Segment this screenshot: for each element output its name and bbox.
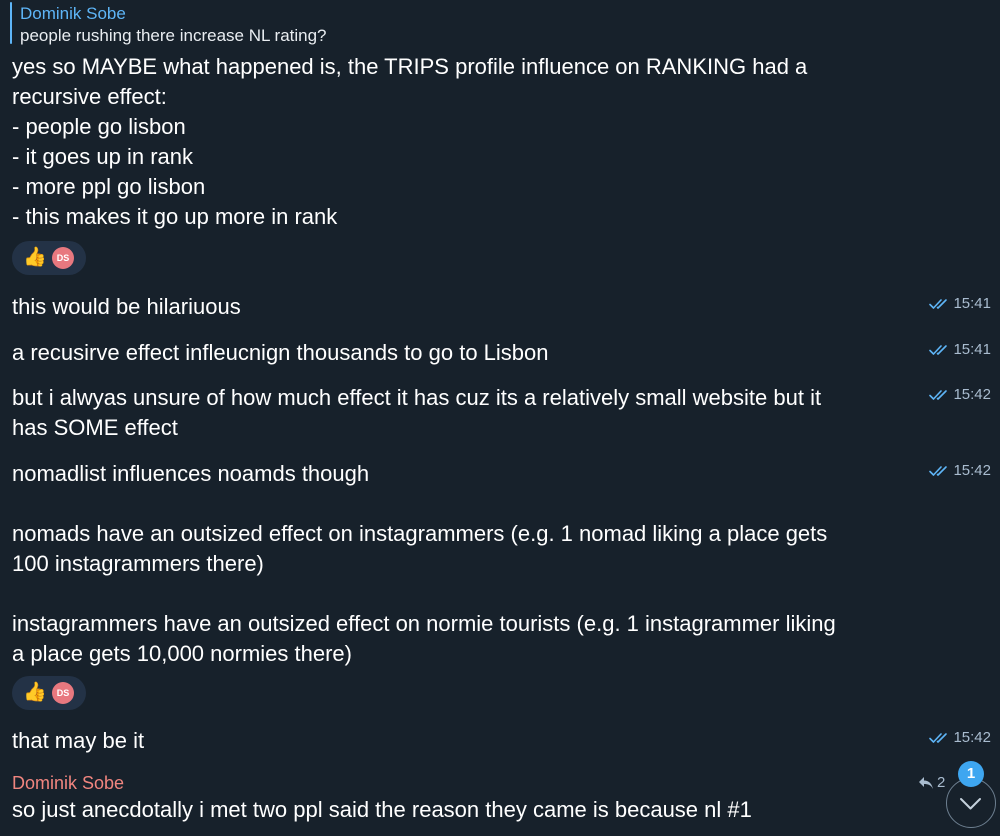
message-meta: 15:41 (929, 341, 991, 359)
message-text: but i alwyas unsure of how much effect i… (12, 385, 822, 440)
thumbs-up-icon: 👍 (23, 682, 47, 703)
message-time: 15:42 (953, 386, 991, 403)
double-check-icon (929, 466, 948, 476)
reply-quote[interactable]: Dominik Sobe people rushing there increa… (10, 0, 510, 46)
double-check-icon (929, 299, 948, 309)
unread-badge: 1 (958, 761, 984, 787)
message-meta: 15:42 (929, 386, 991, 404)
thumbs-up-icon: 👍 (23, 247, 47, 268)
sender-name[interactable]: Dominik Sobe (12, 773, 124, 793)
reply-count-number: 2 (937, 774, 946, 791)
reply-quote-bar (10, 2, 12, 44)
message-text: yes so MAYBE what happened is, the TRIPS… (12, 54, 808, 229)
message-meta: 15:42 (929, 462, 991, 480)
reply-text: people rushing there increase NL rating? (20, 26, 327, 45)
double-check-icon (929, 345, 948, 355)
avatar: DS (52, 682, 74, 704)
message-time: 15:41 (953, 341, 991, 358)
message-meta: 15:42 (929, 729, 991, 747)
message-time: 15:42 (953, 729, 991, 746)
message-text: nomadlist influences noamds though nomad… (12, 461, 836, 666)
message-text: this would be hilariuous (12, 294, 241, 319)
reaction-pill[interactable]: 👍 DS (12, 241, 86, 275)
double-check-icon (929, 733, 948, 743)
avatar: DS (52, 247, 74, 269)
message-time: 15:42 (953, 462, 991, 479)
reply-author: Dominik Sobe (20, 4, 126, 23)
message-meta: 15:41 (929, 295, 991, 313)
double-check-icon (929, 390, 948, 400)
message-text: a recusirve effect infleucnign thousands… (12, 340, 549, 365)
reaction-pill[interactable]: 👍 DS (12, 676, 86, 710)
message-text: so just anecdotally i met two ppl said t… (12, 797, 752, 822)
message-text: that may be it (12, 728, 145, 753)
message-time: 15:41 (953, 295, 991, 312)
reply-arrow-icon (919, 776, 933, 789)
reply-count[interactable]: 2 (918, 774, 945, 791)
